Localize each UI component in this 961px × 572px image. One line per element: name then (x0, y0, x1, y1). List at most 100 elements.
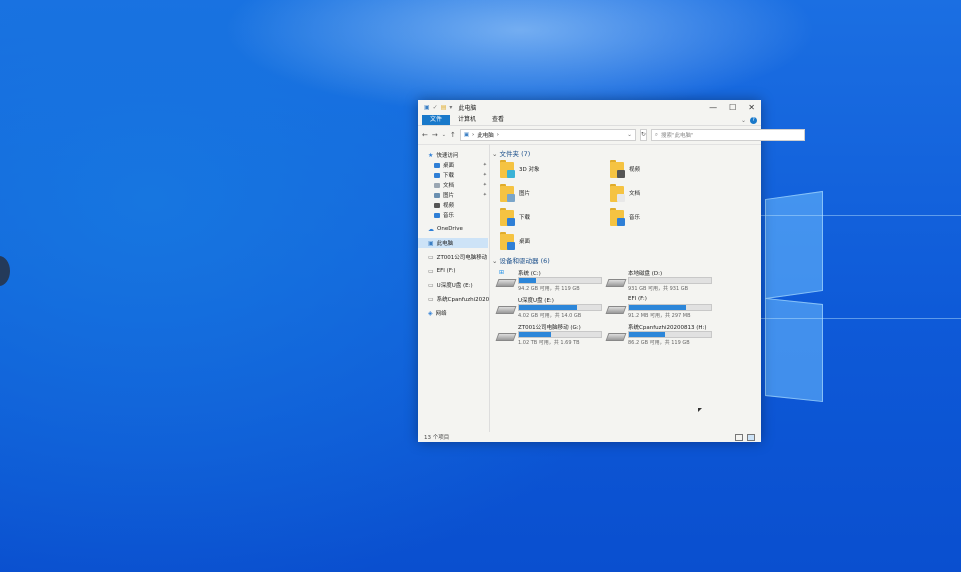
drive-name: ZT001公司电脑移动 (G:) (518, 325, 581, 330)
folder-icon (610, 184, 625, 202)
wallpaper-light-beam (760, 318, 961, 319)
folder-label: 下载 (519, 215, 531, 221)
folder-item[interactable]: 下载 (500, 208, 530, 226)
details-view-icon[interactable] (735, 433, 743, 441)
drive-name: U深度U盘 (E:) (518, 298, 554, 303)
folder-item[interactable]: 音乐 (610, 208, 640, 226)
folder-icon (500, 184, 515, 202)
drive-usage-fill (629, 305, 686, 310)
expand-ribbon-icon[interactable]: ⌄ (741, 117, 746, 124)
drive-free-space: 4.02 GB 可用，共 14.0 GB (518, 313, 582, 319)
folder-icon (434, 212, 440, 218)
drives-section-header[interactable]: ⌄ 设备和驱动器 (6) (492, 255, 550, 265)
item-count: 13 个项目 (424, 435, 450, 441)
drive-item[interactable]: ZT001公司电脑移动 (G:) 1.02 TB 可用，共 1.69 TB (495, 323, 602, 346)
star-icon: ★ (428, 151, 434, 159)
folder-label: 桌面 (519, 239, 531, 245)
new-folder-icon[interactable]: ▤ (441, 104, 447, 111)
chevron-down-icon: ⌄ (492, 257, 498, 265)
drive-item[interactable]: EFI (F:) 91.2 MB 可用，共 297 MB (605, 296, 712, 319)
sidebar-item-quick-access[interactable]: ★ 快速访问 (418, 150, 490, 160)
drive-item[interactable]: U深度U盘 (E:) 4.02 GB 可用，共 14.0 GB (495, 296, 602, 319)
drive-item[interactable]: 本地磁盘 (D:) 931 GB 可用，共 931 GB (605, 269, 712, 292)
chevron-down-icon[interactable]: ⌄ (627, 132, 632, 138)
drive-free-space: 931 GB 可用，共 931 GB (628, 286, 689, 292)
sidebar-item-drive-0[interactable]: ▭ ZT001公司电脑移动 (418, 252, 490, 262)
sidebar-item-label: U深度U盘 (E:) (436, 283, 473, 289)
tab-file[interactable]: 文件 (422, 115, 451, 125)
drive-usage-bar (518, 277, 602, 284)
sidebar-item-label: ZT001公司电脑移动 (436, 255, 488, 261)
minimize-button[interactable]: — (709, 103, 717, 112)
sidebar-item-label: 系统Cpanfuzhi2020 (436, 297, 490, 303)
sidebar-item-network[interactable]: ◈ 网络 (418, 308, 490, 318)
drive-usage-fill (519, 332, 551, 337)
folder-item[interactable]: 文档 (610, 184, 640, 202)
folder-item[interactable]: 3D 对象 (500, 160, 539, 178)
back-arrow-icon[interactable]: ← (422, 131, 428, 139)
refresh-button[interactable]: ↻ (639, 129, 647, 141)
drive-icon: ▭ (428, 281, 434, 289)
navigation-pane: ★ 快速访问 桌面 ✦ 下载 ✦ 文档 ✦ 图片 ✦ 视频音乐 ☁ OneDrive ▣ 此电脑… (418, 144, 490, 432)
sidebar-item-quick-5[interactable]: 音乐 (418, 210, 490, 220)
sidebar-item-quick-2[interactable]: 文档 ✦ (418, 180, 490, 190)
drive-name: EFI (F:) (628, 296, 647, 302)
sidebar-item-drive-1[interactable]: ▭ EFI (F:) (418, 266, 490, 276)
tab-computer[interactable]: 计算机 (450, 115, 484, 125)
status-bar: 13 个项目 (418, 432, 761, 442)
folder-icon (434, 192, 440, 198)
forward-arrow-icon[interactable]: → (432, 131, 438, 139)
network-icon: ◈ (428, 309, 433, 317)
sidebar-item-quick-3[interactable]: 图片 ✦ (418, 190, 490, 200)
sidebar-item-label: 下载 (443, 173, 455, 179)
sidebar-item-label: EFI (F:) (436, 268, 456, 274)
drive-usage-fill (519, 278, 537, 283)
chevron-down-icon: ⌄ (492, 150, 498, 158)
recent-locations-icon[interactable]: ⌄ (442, 132, 446, 138)
customize-toolbar-icon[interactable]: ▾ (449, 104, 452, 111)
sidebar-item-label: 音乐 (443, 213, 455, 219)
close-button[interactable]: ✕ (748, 103, 755, 112)
maximize-button[interactable]: ☐ (729, 103, 736, 112)
sidebar-item-this-pc[interactable]: ▣ 此电脑 (418, 238, 488, 248)
address-bar[interactable]: ▣ › 此电脑 › ⌄ (459, 129, 636, 141)
search-input[interactable]: ⌕ 搜索"此电脑" (650, 129, 805, 141)
folders-section-header[interactable]: ⌄ 文件夹 (7) (492, 148, 530, 158)
hard-drive-icon (495, 302, 517, 314)
folder-item[interactable]: 图片 (500, 184, 530, 202)
folder-icon (500, 232, 515, 250)
title-bar[interactable]: ▣ ✓ ▤ ▾ 此电脑 — ☐ ✕ (418, 100, 761, 115)
folder-icon (434, 182, 440, 188)
tab-view[interactable]: 查看 (484, 115, 512, 125)
folder-label: 文档 (629, 191, 641, 197)
large-icons-view-icon[interactable] (747, 433, 755, 441)
windows-logo-icon: ⊞ (499, 269, 505, 276)
up-arrow-icon[interactable]: ↑ (450, 131, 456, 139)
folder-icon (610, 160, 625, 178)
pin-icon: ✦ (482, 172, 487, 178)
content-pane: ⌄ 文件夹 (7) 3D 对象 视频图片 文档下载 音乐桌面 ⌄ 设备和驱动器 (6)… (490, 144, 761, 432)
drive-icon: ▭ (428, 267, 434, 275)
desktop-edge-button (0, 256, 10, 286)
properties-icon[interactable]: ✓ (433, 104, 438, 111)
sidebar-item-quick-1[interactable]: 下载 ✦ (418, 170, 490, 180)
sidebar-item-quick-0[interactable]: 桌面 ✦ (418, 160, 490, 170)
hard-drive-icon (605, 329, 627, 341)
sidebar-item-drive-2[interactable]: ▭ U深度U盘 (E:) (418, 280, 490, 290)
folder-icon (500, 208, 515, 226)
folder-icon (434, 172, 440, 178)
sidebar-item-drive-3[interactable]: ▭ 系统Cpanfuzhi2020 (418, 294, 490, 304)
navigation-bar: ← → ⌄ ↑ ▣ › 此电脑 › ⌄ ↻ ⌕ 搜索"此电脑" (418, 126, 805, 145)
computer-icon: ▣ (428, 239, 434, 247)
folder-item[interactable]: 视频 (610, 160, 640, 178)
drive-item[interactable]: 系统Cpanfuzhi20200813 (H:) 86.2 GB 可用，共 119… (605, 323, 712, 346)
drive-icon: ▭ (428, 253, 434, 261)
sidebar-item-onedrive[interactable]: ☁ OneDrive (418, 224, 490, 234)
folder-item[interactable]: 桌面 (500, 232, 530, 250)
drive-item[interactable]: ⊞ 系统 (C:) 94.2 GB 可用，共 119 GB (495, 269, 602, 292)
breadcrumb-this-pc[interactable]: 此电脑 (477, 131, 494, 139)
drive-free-space: 94.2 GB 可用，共 119 GB (518, 286, 580, 292)
sidebar-item-quick-4[interactable]: 视频 (418, 200, 490, 210)
drive-usage-bar (628, 277, 712, 284)
help-icon[interactable]: ? (750, 116, 757, 124)
